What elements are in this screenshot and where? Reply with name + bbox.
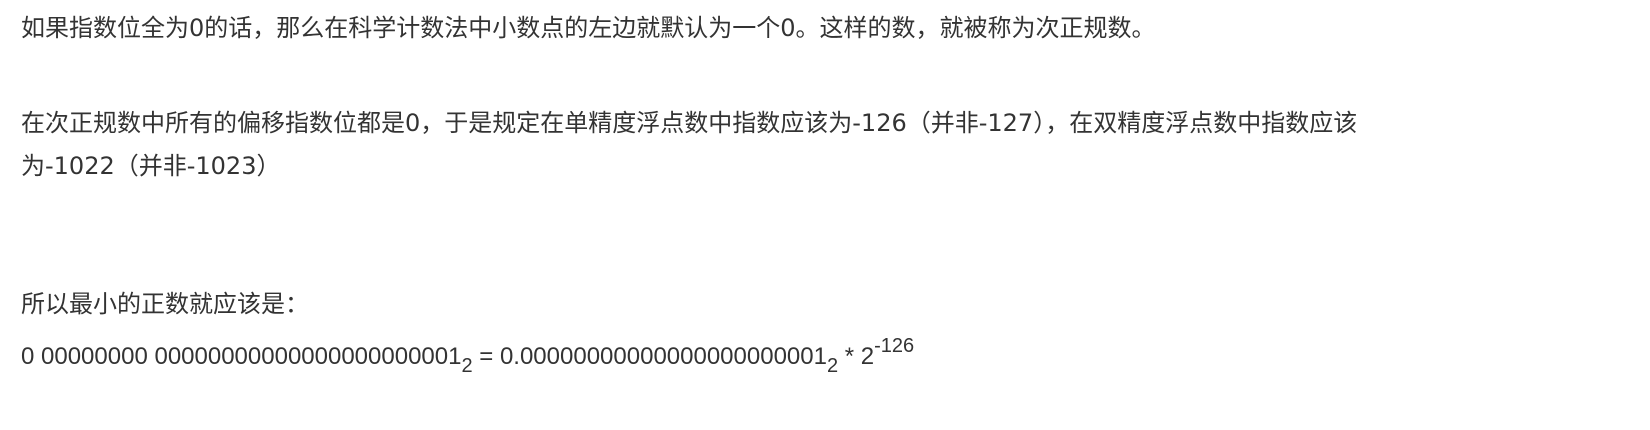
paragraph-line: 在次正规数中所有的偏移指数位都是0，于是规定在单精度浮点数中指数应该为-126（… <box>21 109 1358 137</box>
paragraph-text: 如果指数位全为0的话，那么在科学计数法中小数点的左边就默认为一个0。这样的数，就… <box>21 14 1156 42</box>
formula-binary-bits: 0 00000000 00000000000000000000001 <box>21 343 462 370</box>
paragraph-line: 为-1022（并非-1023） <box>21 152 281 180</box>
formula-base-subscript: 2 <box>826 355 839 377</box>
formula-base-subscript: 2 <box>461 355 473 377</box>
formula-equals-mantissa: = 0.00000000000000000000001 <box>472 343 827 370</box>
formula-exponent-superscript: -126 <box>874 335 915 357</box>
paragraph-smallest-positive-intro: 所以最小的正数就应该是： <box>21 283 309 326</box>
paragraph-subnormal-definition: 如果指数位全为0的话，那么在科学计数法中小数点的左边就默认为一个0。这样的数，就… <box>21 7 1156 50</box>
paragraph-subnormal-exponent: 在次正规数中所有的偏移指数位都是0，于是规定在单精度浮点数中指数应该为-126（… <box>21 102 1357 188</box>
formula-times-two: * 2 <box>838 343 875 370</box>
paragraph-text: 所以最小的正数就应该是： <box>21 290 309 318</box>
formula-smallest-positive: 0 00000000 000000000000000000000012 = 0.… <box>21 335 914 378</box>
